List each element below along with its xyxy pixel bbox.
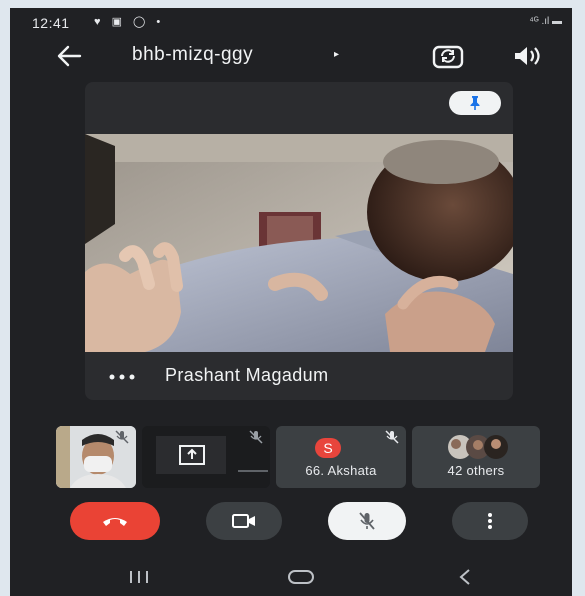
android-navigation-bar [10, 556, 572, 596]
meeting-code[interactable]: bhb-mizq-ggy [132, 44, 253, 66]
more-dots-icon[interactable] [109, 373, 135, 381]
notification-icons: ♥ ▣ ◯ • [94, 16, 165, 28]
pin-button[interactable] [449, 91, 501, 115]
video-camera-icon [232, 514, 255, 528]
meeting-info-caret-icon[interactable]: ▸ [334, 49, 339, 60]
hang-up-icon [103, 518, 127, 526]
tile-footer: Prashant Magadum [85, 352, 513, 400]
nav-back-icon[interactable] [450, 568, 480, 586]
microphone-button[interactable] [328, 502, 406, 540]
self-video-thumbnail[interactable] [56, 426, 136, 488]
status-bar: 12:41 ♥ ▣ ◯ • ⁴ᴳ .ıl ▬ [10, 8, 572, 34]
signal-battery-icons: ⁴ᴳ .ıl ▬ [529, 16, 562, 27]
recents-icon[interactable] [124, 568, 154, 586]
end-call-button[interactable] [70, 502, 160, 540]
home-icon[interactable] [286, 568, 316, 586]
participant-strip: S 66. Akshata 42 others [10, 426, 572, 492]
more-options-button[interactable] [452, 502, 528, 540]
phone-screen: 12:41 ♥ ▣ ◯ • ⁴ᴳ .ıl ▬ bhb-mizq-ggy ▸ Pr… [10, 8, 572, 596]
others-thumbnail[interactable]: 42 others [412, 426, 540, 488]
avatar: S [315, 438, 341, 458]
mic-off-icon [385, 430, 399, 444]
pin-icon [470, 96, 480, 110]
mic-off-icon [249, 430, 263, 444]
main-participant-tile[interactable]: Prashant Magadum [85, 82, 513, 400]
others-count-label: 42 others [447, 463, 505, 478]
others-avatars [448, 435, 508, 459]
mic-off-icon [115, 430, 129, 444]
speaker-icon[interactable] [512, 44, 542, 68]
participant-video [85, 134, 513, 352]
camera-button[interactable] [206, 502, 282, 540]
arrow-left-icon[interactable] [56, 44, 82, 68]
meeting-top-bar: bhb-mizq-ggy ▸ [10, 38, 572, 78]
participant-name: Prashant Magadum [165, 365, 329, 385]
status-time: 12:41 [32, 15, 70, 31]
more-vert-icon [488, 513, 492, 529]
call-controls [10, 502, 572, 546]
mic-off-icon [359, 512, 375, 530]
participant-label: 66. Akshata [305, 463, 377, 478]
switch-camera-icon[interactable] [432, 42, 464, 70]
avatar-initial: S [323, 440, 333, 456]
screen-share-thumbnail[interactable] [142, 426, 270, 488]
participant-akshata-thumbnail[interactable]: S 66. Akshata [276, 426, 406, 488]
